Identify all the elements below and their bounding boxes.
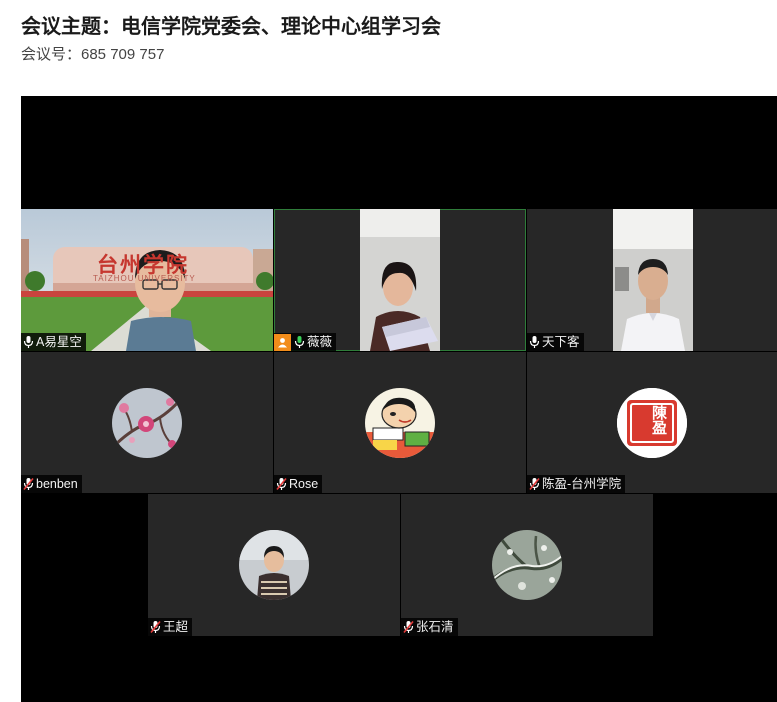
participant-video-feed bbox=[360, 209, 440, 351]
name-tag: 陈盈-台州学院 bbox=[527, 475, 626, 493]
microphone-muted-icon bbox=[150, 620, 161, 634]
participant-tile-chenying[interactable]: 陳盈 陈盈-台州学院 bbox=[527, 352, 777, 493]
avatar bbox=[112, 387, 182, 458]
avatar bbox=[365, 387, 435, 458]
name-tag: 王超 bbox=[148, 618, 193, 636]
name-tag: 薇薇 bbox=[274, 333, 337, 351]
participant-tile-benben[interactable]: benben bbox=[21, 352, 273, 493]
video-gallery: 台州学院 TAIZHOU UNIVERSITY A易星空 薇薇 天下客 benb… bbox=[21, 96, 777, 702]
avatar: 陳盈 bbox=[617, 387, 687, 458]
participant-name: Rose bbox=[289, 477, 319, 491]
seal-text: 陳盈 bbox=[650, 404, 667, 435]
participant-name: A易星空 bbox=[36, 335, 82, 349]
participant-video-feed bbox=[613, 209, 693, 351]
microphone-muted-icon bbox=[23, 477, 34, 491]
participant-tile-zhangshiqing[interactable]: 张石清 bbox=[401, 494, 653, 636]
participant-tile-rose[interactable]: Rose bbox=[274, 352, 526, 493]
child-photo-avatar bbox=[239, 530, 309, 600]
participant-name: 张石清 bbox=[416, 620, 454, 634]
participant-name: 陈盈-台州学院 bbox=[542, 477, 622, 491]
name-tag: A易星空 bbox=[21, 333, 86, 351]
avatar bbox=[239, 530, 309, 600]
participant-tile-tianxiake[interactable]: 天下客 bbox=[527, 209, 777, 351]
microphone-muted-icon bbox=[529, 477, 540, 491]
meeting-title: 会议主题：电信学院党委会、理论中心组学习会 bbox=[21, 16, 441, 38]
participant-name: 王超 bbox=[163, 620, 189, 634]
participant-tile-weiwei[interactable]: 薇薇 bbox=[274, 209, 526, 351]
name-tag: benben bbox=[21, 475, 82, 493]
name-tag: 天下客 bbox=[527, 333, 584, 351]
name-tag: 张石清 bbox=[401, 618, 458, 636]
meeting-id: 会议号：685 709 757 bbox=[21, 46, 165, 63]
microphone-active-icon bbox=[294, 336, 305, 348]
host-icon bbox=[274, 333, 291, 351]
name-tag: Rose bbox=[274, 475, 323, 493]
participant-video bbox=[360, 209, 440, 351]
participant-name: 天下客 bbox=[542, 335, 580, 349]
microphone-muted-icon bbox=[403, 620, 414, 634]
participant-tile-yixingkong[interactable]: 台州学院 TAIZHOU UNIVERSITY A易星空 bbox=[21, 209, 273, 351]
cartoon-avatar bbox=[365, 387, 435, 458]
microphone-icon bbox=[529, 336, 540, 348]
participant-tile-wangchao[interactable]: 王超 bbox=[148, 494, 400, 636]
plum-blossom-avatar bbox=[112, 387, 182, 458]
participant-video bbox=[613, 209, 693, 351]
campus-sign-subtext: TAIZHOU UNIVERSITY bbox=[93, 274, 196, 283]
microphone-icon bbox=[23, 336, 34, 348]
participant-name: 薇薇 bbox=[307, 335, 333, 349]
snowy-branch-avatar bbox=[492, 530, 562, 600]
participant-name: benben bbox=[36, 477, 78, 491]
avatar bbox=[492, 530, 562, 600]
microphone-muted-icon bbox=[276, 477, 287, 491]
